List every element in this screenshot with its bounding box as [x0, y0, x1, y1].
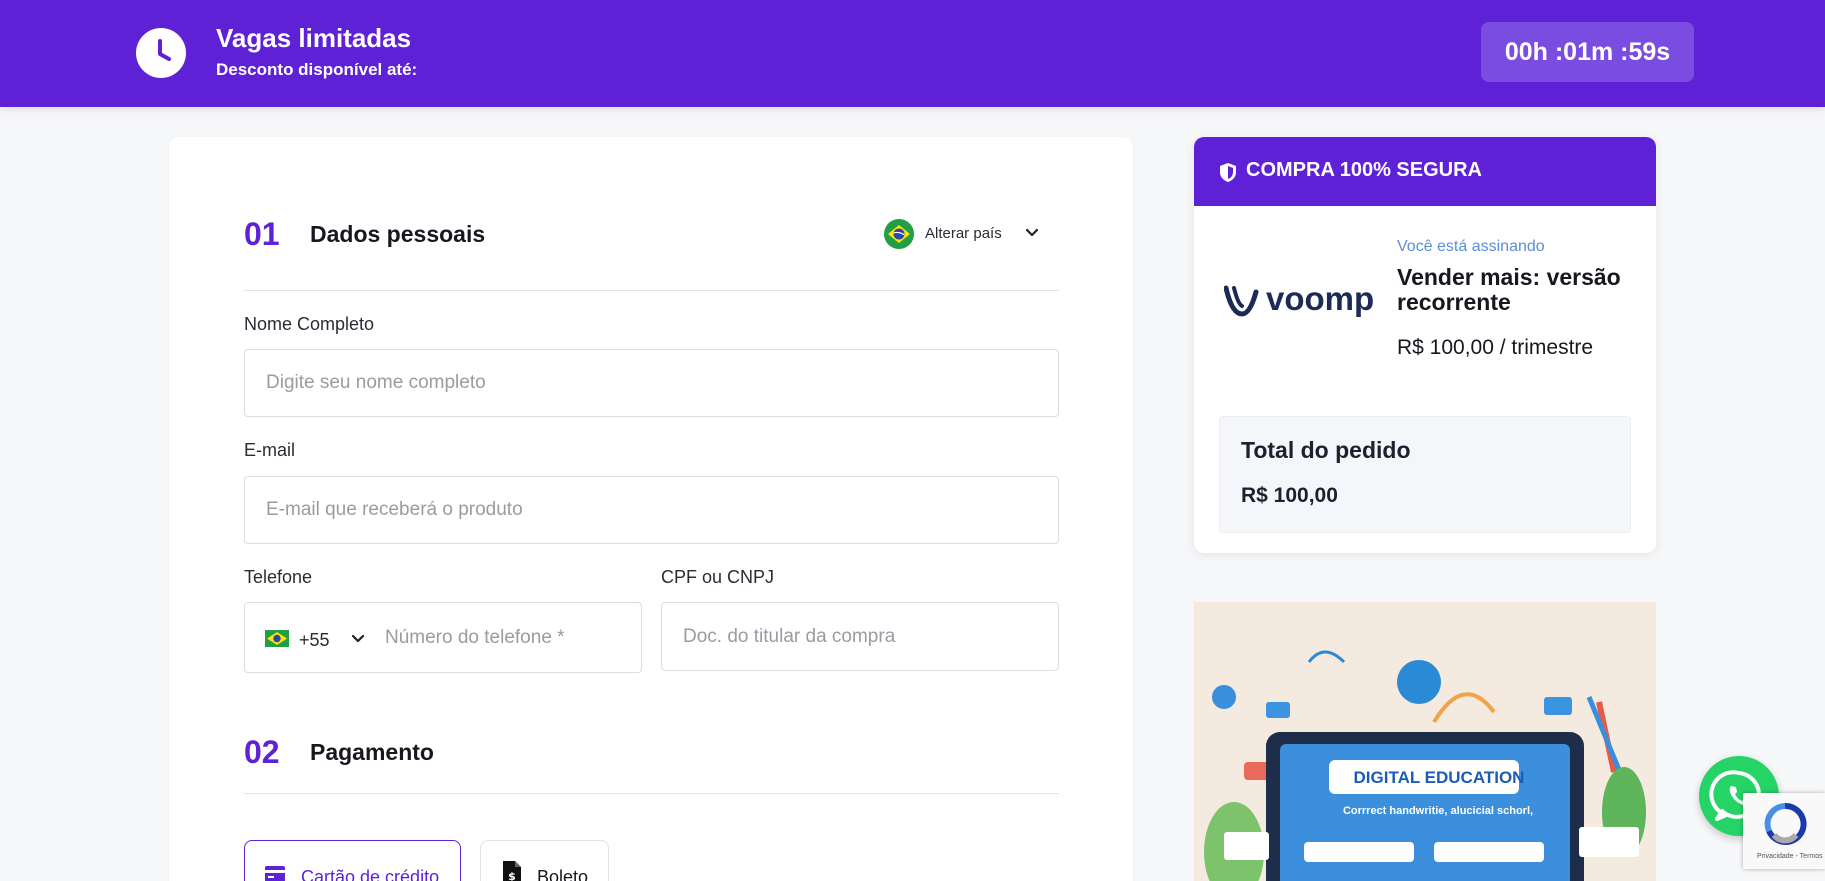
payment-credit-card-label: Cartão de crédito [301, 867, 440, 881]
phone-field[interactable]: +55 [244, 602, 642, 673]
banner-subtitle: Corrrect handwritie, alucicial schorl, [1342, 805, 1534, 817]
doc-label: CPF ou CNPJ [661, 567, 775, 587]
banner-title: DIGITAL EDUCATION [1353, 768, 1525, 787]
doc-field[interactable] [661, 602, 1059, 671]
boleto-icon: $ [501, 860, 523, 881]
product-banner-image: DIGITAL EDUCATION Corrrect handwritie, a… [1194, 602, 1656, 881]
payment-credit-card-button[interactable]: Cartão de crédito [244, 840, 461, 881]
doc-input[interactable] [662, 603, 1058, 670]
secure-purchase-text: COMPRA 100% SEGURA [1246, 159, 1482, 181]
section-divider [244, 290, 1059, 291]
urgency-topbar: Vagas limitadas Desconto disponível até:… [0, 0, 1825, 107]
order-summary-card: COMPRA 100% SEGURA voomp Você está assin… [1194, 137, 1656, 553]
clock-icon [136, 28, 186, 78]
phone-ddi[interactable]: +55 [299, 630, 330, 651]
brazil-flag-icon[interactable] [884, 219, 914, 254]
voomp-logo-text: voomp [1266, 280, 1375, 317]
shield-icon [1219, 162, 1237, 188]
banner-illustration [1194, 602, 1656, 881]
change-country-label[interactable]: Alterar país [925, 225, 1002, 242]
topbar-title: Vagas limitadas [216, 23, 412, 53]
phone-label: Telefone [244, 567, 313, 587]
section-title-personal: Dados pessoais [310, 221, 486, 247]
chevron-down-icon[interactable] [351, 632, 365, 651]
email-input[interactable] [245, 477, 1058, 543]
order-total-label: Total do pedido [1241, 437, 1411, 463]
checkout-form-card: 01 Dados pessoais Alterar país Nome Comp… [169, 137, 1133, 881]
phone-input[interactable] [385, 603, 635, 672]
email-field[interactable] [244, 476, 1059, 544]
order-total-value: R$ 100,00 [1241, 484, 1338, 507]
section-number-payment: 02 [244, 734, 280, 770]
countdown-timer: 00h :01m :59s [1481, 22, 1694, 82]
section-title-payment: Pagamento [310, 739, 434, 765]
recaptcha-badge[interactable]: Privacidade - Termos [1743, 793, 1825, 869]
section-number-personal: 01 [244, 216, 280, 252]
email-label: E-mail [244, 440, 296, 460]
name-field[interactable] [244, 349, 1059, 417]
recaptcha-links[interactable]: Privacidade - Termos [1757, 853, 1823, 860]
topbar-subtitle: Desconto disponível até: [216, 60, 418, 79]
voomp-logo [1223, 284, 1262, 323]
subscribing-label: Você está assinando [1397, 238, 1545, 255]
product-name: Vender mais: versão recorrente [1397, 264, 1621, 315]
chevron-down-icon[interactable] [1025, 226, 1039, 245]
payment-boleto-button[interactable]: $ Boleto [480, 840, 609, 881]
brazil-flag-icon[interactable] [265, 630, 289, 652]
order-total-box: Total do pedido R$ 100,00 [1219, 416, 1631, 533]
secure-purchase-header: COMPRA 100% SEGURA [1194, 137, 1656, 206]
credit-card-icon [265, 865, 285, 881]
name-input[interactable] [245, 350, 1058, 416]
payment-boleto-label: Boleto [537, 867, 589, 881]
section-divider [244, 793, 1059, 794]
product-price: R$ 100,00 / trimestre [1397, 336, 1594, 359]
svg-text:$: $ [508, 870, 516, 881]
name-label: Nome Completo [244, 314, 375, 334]
recaptcha-icon [1764, 802, 1807, 845]
